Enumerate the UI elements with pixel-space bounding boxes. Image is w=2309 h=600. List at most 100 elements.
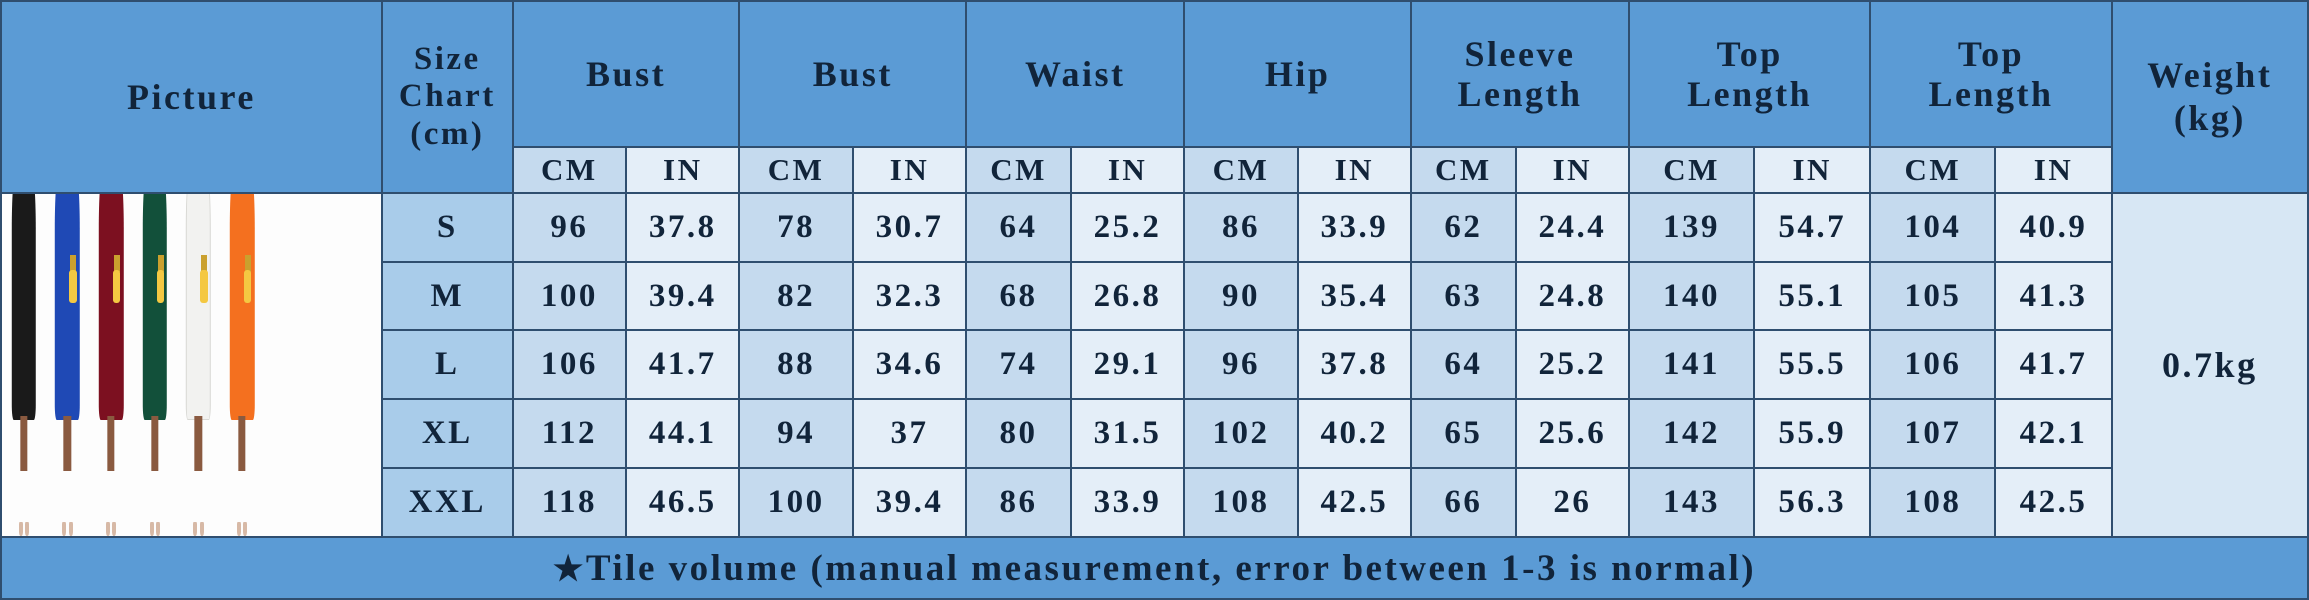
product-picture-cell[interactable] <box>0 191 383 539</box>
unit-header-cm: CM <box>965 145 1072 194</box>
cell-waist-cm: 74 <box>965 329 1072 401</box>
cell-hip-cm: 96 <box>1183 329 1299 401</box>
unit-header-cm: CM <box>511 145 628 194</box>
handbag-icon <box>69 270 77 304</box>
unit-header-cm: CM <box>738 145 854 194</box>
header-group-bust-1: Bust <box>511 0 741 148</box>
header-group-label-2: Length <box>1928 73 2054 114</box>
model-white-dress <box>179 193 219 536</box>
model-shoe <box>199 522 204 536</box>
cell-sleeve-in: 25.2 <box>1514 329 1631 401</box>
cell-bust1-cm: 96 <box>511 191 628 263</box>
cell-toplen2-cm: 104 <box>1869 191 1997 263</box>
cell-sleeve-in: 25.6 <box>1514 398 1631 470</box>
model-shoe <box>236 522 242 536</box>
cell-toplen1-cm: 139 <box>1628 191 1756 263</box>
model-dress <box>98 193 124 421</box>
size-chart-container: Picture Size Chart (cm) Bust Bust Waist … <box>0 0 2309 600</box>
cell-bust1-in: 41.7 <box>625 329 741 401</box>
cell-toplen1-in: 55.5 <box>1753 329 1872 401</box>
cell-bust2-cm: 94 <box>738 398 854 470</box>
cell-waist-in: 31.5 <box>1069 398 1186 470</box>
cell-toplen1-cm: 142 <box>1628 398 1756 470</box>
model-legs <box>63 416 72 471</box>
header-group-top-length-2: Top Length <box>1869 0 2113 148</box>
unit-header-cm: CM <box>1628 145 1756 194</box>
header-size-line2: Chart <box>398 78 496 115</box>
cell-toplen1-in: 54.7 <box>1753 191 1872 263</box>
header-group-label: Top <box>1957 33 2025 74</box>
model-legs <box>151 416 159 471</box>
header-group-label: Sleeve <box>1464 33 1576 74</box>
model-burgundy-dress <box>91 193 131 536</box>
unit-header-in: IN <box>625 145 741 194</box>
cell-toplen2-in: 41.3 <box>1994 260 2113 332</box>
cell-toplen2-in: 41.7 <box>1994 329 2113 401</box>
cell-toplen1-cm: 143 <box>1628 467 1756 538</box>
cell-bust2-cm: 100 <box>738 467 854 538</box>
cell-bust1-in: 37.8 <box>625 191 741 263</box>
cell-sleeve-cm: 65 <box>1410 398 1517 470</box>
model-dress <box>55 193 80 421</box>
header-size-line3: (cm) <box>410 115 485 152</box>
footer-note-row: ★Tile volume (manual measurement, error … <box>0 536 2309 600</box>
cell-sleeve-cm: 63 <box>1410 260 1517 332</box>
product-photo-six-models <box>2 193 381 536</box>
cell-bust1-cm: 112 <box>511 398 628 470</box>
cell-hip-in: 40.2 <box>1296 398 1413 470</box>
model-shoe <box>243 522 248 536</box>
size-label: XXL <box>380 467 514 538</box>
header-group-label-2: Length <box>1687 73 1813 114</box>
header-group-label: Bust <box>586 53 667 94</box>
cell-hip-in: 37.8 <box>1296 329 1413 401</box>
header-size-chart: Size Chart (cm) <box>380 0 514 194</box>
cell-bust2-in: 34.6 <box>851 329 968 401</box>
model-legs <box>238 416 246 471</box>
cell-bust2-in: 37 <box>851 398 968 470</box>
weight-value: 0.7kg <box>2110 191 2309 539</box>
cell-toplen2-in: 40.9 <box>1994 191 2113 263</box>
cell-toplen1-cm: 141 <box>1628 329 1756 401</box>
unit-header-in: IN <box>851 145 968 194</box>
cell-hip-cm: 86 <box>1183 191 1299 263</box>
cell-waist-cm: 68 <box>965 260 1072 332</box>
cell-bust1-cm: 106 <box>511 329 628 401</box>
cell-hip-in: 33.9 <box>1296 191 1413 263</box>
model-shoe <box>62 522 67 536</box>
cell-sleeve-cm: 64 <box>1410 329 1517 401</box>
model-shoe <box>68 522 73 536</box>
unit-header-cm: CM <box>1183 145 1299 194</box>
header-size-line1: Size <box>413 40 481 77</box>
cell-toplen2-cm: 107 <box>1869 398 1997 470</box>
cell-waist-cm: 86 <box>965 467 1072 538</box>
size-label: S <box>380 191 514 263</box>
header-weight-line1: Weight <box>2147 55 2273 96</box>
cell-waist-cm: 80 <box>965 398 1072 470</box>
unit-header-cm: CM <box>1410 145 1517 194</box>
model-shoe <box>149 522 154 536</box>
model-dress <box>142 193 168 421</box>
cell-sleeve-cm: 66 <box>1410 467 1517 538</box>
model-blue-dress <box>48 193 88 536</box>
header-group-sleeve-length: Sleeve Length <box>1409 0 1631 148</box>
cell-hip-in: 35.4 <box>1296 260 1413 332</box>
cell-sleeve-cm: 62 <box>1410 191 1517 263</box>
header-group-label: Top <box>1716 33 1783 74</box>
model-shoe <box>18 522 23 536</box>
cell-bust1-in: 44.1 <box>625 398 741 470</box>
cell-waist-in: 33.9 <box>1069 467 1186 538</box>
cell-toplen1-in: 55.9 <box>1753 398 1872 470</box>
size-chart-table: Picture Size Chart (cm) Bust Bust Waist … <box>0 0 2309 600</box>
model-shoe <box>155 522 161 536</box>
model-dress <box>11 193 37 421</box>
header-group-bust-2: Bust <box>738 0 968 148</box>
size-label: XL <box>380 398 514 470</box>
model-black-dress <box>4 193 44 536</box>
cell-hip-in: 42.5 <box>1296 467 1413 538</box>
size-label: L <box>380 329 514 401</box>
model-shoe <box>193 522 198 536</box>
cell-toplen2-cm: 106 <box>1869 329 1997 401</box>
model-legs <box>20 416 28 471</box>
model-dress <box>229 193 255 421</box>
header-row-group: Picture Size Chart (cm) Bust Bust Waist … <box>0 0 2309 194</box>
